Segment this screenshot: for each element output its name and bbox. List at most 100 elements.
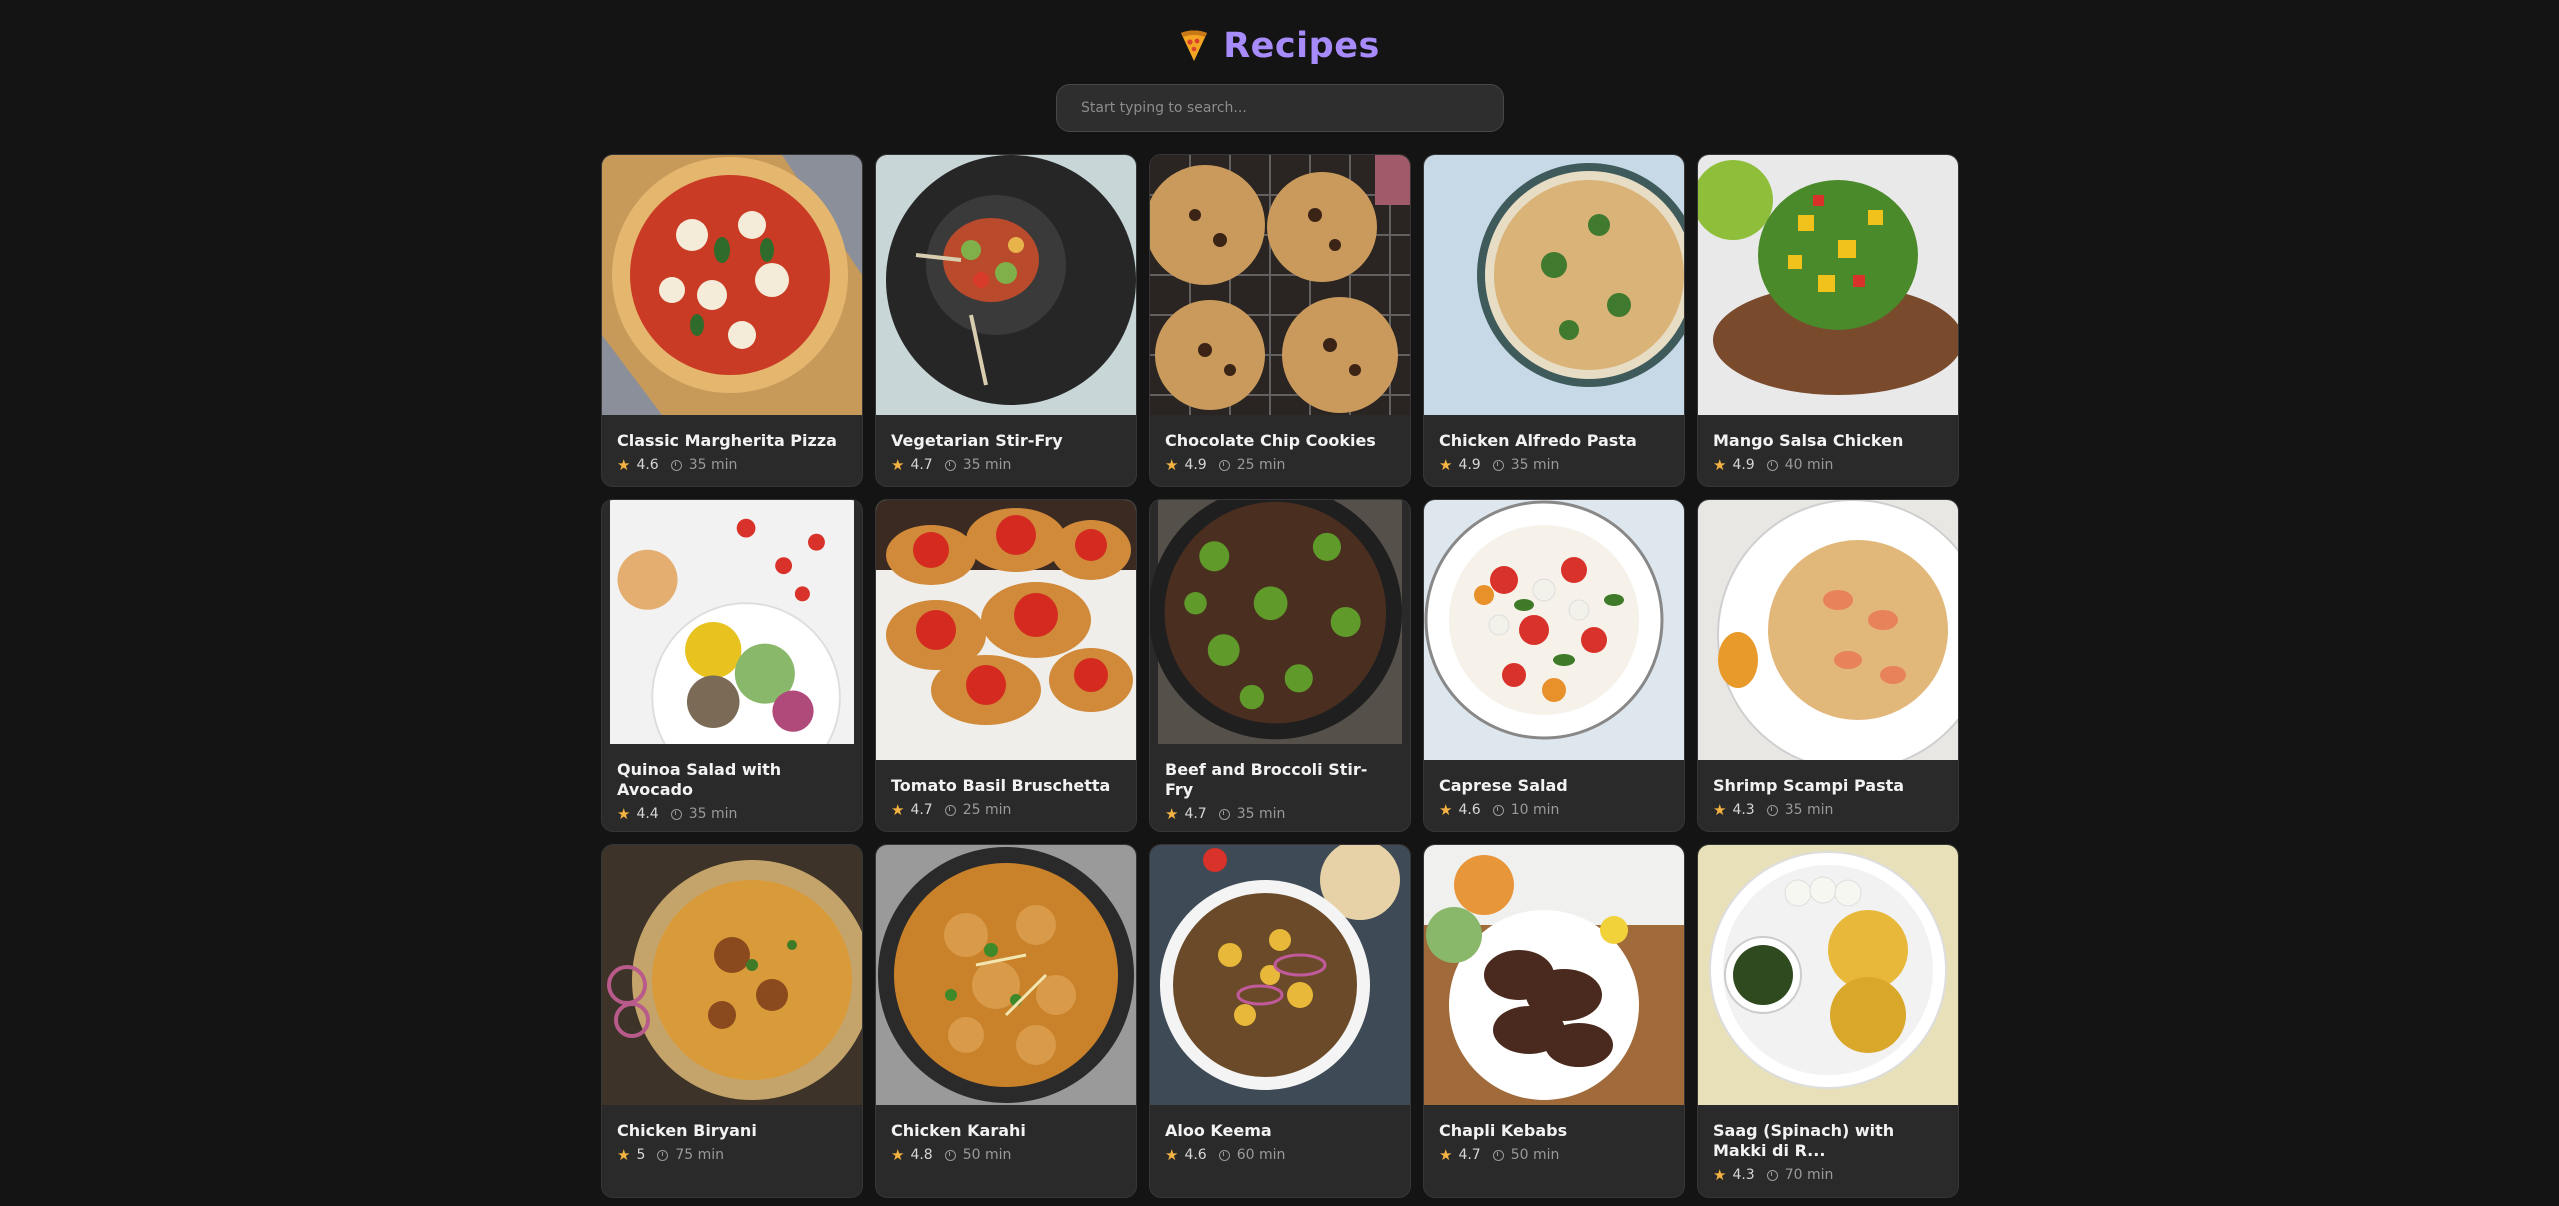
star-icon: ★ bbox=[891, 456, 905, 474]
recipe-card[interactable]: Chicken Karahi ★ 4.8 50 min bbox=[875, 844, 1137, 1198]
recipe-name: Classic Margherita Pizza bbox=[617, 431, 837, 450]
recipe-time: 35 min bbox=[688, 806, 738, 822]
recipe-card[interactable]: Chapli Kebabs ★ 4.7 50 min bbox=[1423, 844, 1685, 1198]
recipe-name: Aloo Keema bbox=[1165, 1121, 1272, 1140]
recipe-time: 70 min bbox=[1784, 1167, 1834, 1183]
recipe-meta: ★ 5 75 min bbox=[617, 1146, 847, 1164]
star-icon: ★ bbox=[891, 801, 905, 819]
clock-icon bbox=[657, 1149, 669, 1161]
recipe-meta: ★ 4.6 35 min bbox=[617, 456, 847, 474]
recipe-name: Vegetarian Stir-Fry bbox=[891, 431, 1063, 450]
clock-icon bbox=[1218, 1149, 1230, 1161]
clock-icon bbox=[1492, 459, 1504, 471]
recipe-meta: ★ 4.7 35 min bbox=[1165, 805, 1395, 823]
caprese-salad-plate-image bbox=[1424, 500, 1684, 760]
recipe-rating: 4.7 bbox=[1184, 806, 1207, 822]
recipe-card[interactable]: Saag (Spinach) with Makki di R... ★ 4.3 … bbox=[1697, 844, 1959, 1198]
recipe-time: 35 min bbox=[1510, 457, 1560, 473]
recipe-time: 50 min bbox=[1510, 1147, 1560, 1163]
recipe-card[interactable]: Aloo Keema ★ 4.6 60 min bbox=[1149, 844, 1411, 1198]
bruschetta-plate-image bbox=[876, 500, 1136, 760]
clock-icon bbox=[1492, 804, 1504, 816]
recipe-time: 40 min bbox=[1784, 457, 1834, 473]
recipe-meta: ★ 4.9 35 min bbox=[1439, 456, 1669, 474]
grilled-chicken-mango-salsa-image bbox=[1698, 155, 1958, 415]
quinoa-salad-bowl-image bbox=[602, 500, 862, 744]
recipe-name: Chicken Biryani bbox=[617, 1121, 757, 1140]
recipe-card[interactable]: Tomato Basil Bruschetta ★ 4.7 25 min bbox=[875, 499, 1137, 832]
recipe-time: 50 min bbox=[962, 1147, 1012, 1163]
recipe-meta: ★ 4.6 60 min bbox=[1165, 1146, 1395, 1164]
recipe-grid: Classic Margherita Pizza ★ 4.6 35 min Ve… bbox=[601, 154, 1959, 1198]
recipe-name: Chicken Karahi bbox=[891, 1121, 1026, 1140]
recipe-meta: ★ 4.3 35 min bbox=[1713, 801, 1943, 819]
recipe-name: Chocolate Chip Cookies bbox=[1165, 431, 1376, 450]
recipe-rating: 4.6 bbox=[1184, 1147, 1207, 1163]
clock-icon bbox=[670, 459, 682, 471]
recipe-card[interactable]: Chicken Biryani ★ 5 75 min bbox=[601, 844, 863, 1198]
star-icon: ★ bbox=[617, 1146, 631, 1164]
recipe-rating: 4.9 bbox=[1184, 457, 1207, 473]
recipe-meta: ★ 4.4 35 min bbox=[617, 805, 847, 823]
recipe-rating: 4.3 bbox=[1732, 1167, 1755, 1183]
recipe-name: Quinoa Salad with Avocado bbox=[617, 760, 782, 799]
clock-icon bbox=[1766, 1169, 1778, 1181]
star-icon: ★ bbox=[1713, 1166, 1727, 1184]
recipe-time: 60 min bbox=[1236, 1147, 1286, 1163]
recipe-time: 35 min bbox=[1236, 806, 1286, 822]
recipe-rating: 4.6 bbox=[636, 457, 659, 473]
search-input[interactable] bbox=[1056, 84, 1504, 132]
search-bar bbox=[1056, 84, 1504, 132]
star-icon: ★ bbox=[891, 1146, 905, 1164]
recipe-rating: 4.4 bbox=[636, 806, 659, 822]
recipe-card[interactable]: Chocolate Chip Cookies ★ 4.9 25 min bbox=[1149, 154, 1411, 487]
page-header: Recipes bbox=[0, 26, 2559, 66]
star-icon: ★ bbox=[1713, 801, 1727, 819]
recipe-card[interactable]: Quinoa Salad with Avocado ★ 4.4 35 min bbox=[601, 499, 863, 832]
recipe-card[interactable]: Caprese Salad ★ 4.6 10 min bbox=[1423, 499, 1685, 832]
recipe-meta: ★ 4.9 40 min bbox=[1713, 456, 1943, 474]
aloo-keema-bowl-image bbox=[1150, 845, 1410, 1105]
recipe-meta: ★ 4.8 50 min bbox=[891, 1146, 1121, 1164]
recipe-time: 25 min bbox=[962, 802, 1012, 818]
recipe-rating: 4.7 bbox=[910, 802, 933, 818]
star-icon: ★ bbox=[1439, 801, 1453, 819]
recipe-name: Tomato Basil Bruschetta bbox=[891, 776, 1111, 795]
recipe-card[interactable]: Mango Salsa Chicken ★ 4.9 40 min bbox=[1697, 154, 1959, 487]
recipe-time: 75 min bbox=[675, 1147, 725, 1163]
recipe-card[interactable]: Shrimp Scampi Pasta ★ 4.3 35 min bbox=[1697, 499, 1959, 832]
margherita-pizza-image bbox=[602, 155, 862, 415]
star-icon: ★ bbox=[1713, 456, 1727, 474]
recipe-name: Beef and Broccoli Stir-Fry bbox=[1165, 760, 1368, 799]
clock-icon bbox=[1492, 1149, 1504, 1161]
clock-icon bbox=[1766, 804, 1778, 816]
recipe-name: Chapli Kebabs bbox=[1439, 1121, 1568, 1140]
recipe-card[interactable]: Chicken Alfredo Pasta ★ 4.9 35 min bbox=[1423, 154, 1685, 487]
recipe-rating: 5 bbox=[636, 1147, 646, 1163]
penne-broccoli-bowl-image bbox=[1424, 155, 1684, 415]
star-icon: ★ bbox=[617, 456, 631, 474]
star-icon: ★ bbox=[617, 805, 631, 823]
star-icon: ★ bbox=[1165, 456, 1179, 474]
recipe-card[interactable]: Vegetarian Stir-Fry ★ 4.7 35 min bbox=[875, 154, 1137, 487]
recipe-name: Saag (Spinach) with Makki di R... bbox=[1713, 1121, 1895, 1160]
recipe-meta: ★ 4.9 25 min bbox=[1165, 456, 1395, 474]
clock-icon bbox=[944, 804, 956, 816]
star-icon: ★ bbox=[1439, 1146, 1453, 1164]
recipe-name: Caprese Salad bbox=[1439, 776, 1568, 795]
page-title: Recipes bbox=[1223, 26, 1380, 66]
recipe-card[interactable]: Beef and Broccoli Stir-Fry ★ 4.7 35 min bbox=[1149, 499, 1411, 832]
recipe-time: 35 min bbox=[688, 457, 738, 473]
recipe-meta: ★ 4.7 25 min bbox=[891, 801, 1121, 819]
recipe-rating: 4.8 bbox=[910, 1147, 933, 1163]
karahi-curry-pan-image bbox=[876, 845, 1136, 1105]
cookies-on-rack-image bbox=[1150, 155, 1410, 415]
recipe-name: Mango Salsa Chicken bbox=[1713, 431, 1904, 450]
recipe-rating: 4.3 bbox=[1732, 802, 1755, 818]
recipe-card[interactable]: Classic Margherita Pizza ★ 4.6 35 min bbox=[601, 154, 863, 487]
recipe-rating: 4.7 bbox=[910, 457, 933, 473]
kebabs-on-board-image bbox=[1424, 845, 1684, 1105]
recipe-time: 35 min bbox=[962, 457, 1012, 473]
recipe-name: Chicken Alfredo Pasta bbox=[1439, 431, 1637, 450]
recipe-meta: ★ 4.3 70 min bbox=[1713, 1166, 1943, 1184]
